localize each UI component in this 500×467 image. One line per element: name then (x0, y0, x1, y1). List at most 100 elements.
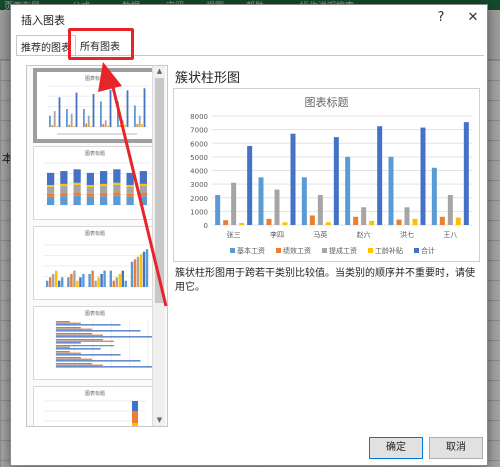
bar (215, 195, 221, 225)
chart-thumbnail-stacked-bar[interactable]: 图表标题 (33, 386, 157, 426)
thumb-bar (76, 280, 79, 287)
thumb-bar (109, 89, 112, 127)
thumb-bar (73, 182, 81, 185)
thumb-bar (124, 280, 127, 287)
thumb-bar (139, 185, 147, 194)
thumb-bar (113, 169, 121, 183)
chart-thumbnail-clustered-column[interactable]: 图表标题 (33, 68, 157, 143)
y-tick-label: 4000 (190, 168, 208, 176)
scroll-up-icon[interactable]: ▲ (153, 66, 166, 77)
scrollbar-thumb[interactable] (155, 78, 164, 303)
thumb-bar (86, 193, 94, 197)
bar (353, 216, 359, 225)
thumb-legend (57, 133, 137, 135)
bar (266, 218, 272, 225)
thumb-bar (103, 270, 106, 287)
thumb-bar (139, 193, 147, 197)
thumb-bar (143, 88, 146, 127)
thumb-bar (100, 185, 108, 194)
thumb-bar (47, 172, 55, 185)
thumb-bar (126, 186, 134, 194)
chart-preview: 图表标题 0 1000 2000 3000 4000 5000 6000 7000 8000 张三… (173, 88, 480, 262)
bar (396, 219, 402, 225)
thumb-bar (60, 183, 68, 186)
y-tick-label: 0 (204, 222, 208, 230)
thumb-bar (56, 357, 81, 359)
thumb-bar (56, 126, 58, 127)
thumbnail-chart-3 (44, 244, 150, 288)
thumb-bar (86, 172, 94, 185)
chart-thumbnail-clustered-bar[interactable]: 图表标题 (33, 306, 157, 380)
thumb-bar (115, 277, 118, 287)
x-tick-label: 张三 (227, 230, 241, 239)
ok-button[interactable]: 确定 (369, 437, 423, 459)
cancel-button[interactable]: 取消 (429, 437, 483, 459)
bar (412, 218, 418, 225)
thumb-bar (47, 184, 55, 187)
thumb-bar (56, 340, 114, 342)
legend-swatch (276, 248, 281, 253)
bar (447, 195, 453, 225)
tab-recommended-charts[interactable]: 推荐的图表 (16, 35, 76, 55)
thumb-bar (56, 324, 121, 326)
y-tick-label: 7000 (190, 127, 208, 135)
thumb-bar (92, 93, 95, 127)
thumb-bar (139, 183, 147, 186)
thumb-bar (126, 90, 129, 127)
thumb-bar (56, 330, 141, 332)
thumb-bar (46, 280, 49, 287)
thumb-bar (70, 273, 73, 287)
thumb-bar (73, 184, 81, 193)
chart-type-heading: 簇状柱形图 (175, 71, 241, 86)
legend-swatch (414, 248, 419, 253)
bar (345, 156, 351, 225)
thumb-bar (91, 270, 94, 287)
bar (377, 126, 383, 225)
thumb-bar (56, 358, 92, 360)
bar (463, 122, 469, 225)
thumb-bar (56, 339, 103, 341)
thumb-bar (47, 196, 55, 205)
y-tick-label: 3000 (190, 181, 208, 189)
thumb-bar (126, 193, 134, 197)
bar (325, 222, 331, 225)
thumbnail-scrollbar[interactable]: ▲ ▼ (152, 66, 165, 426)
chart-thumbnail-grouped-column[interactable]: 图表标题 (33, 226, 157, 300)
thumb-bar (121, 120, 124, 127)
bar (361, 207, 367, 225)
thumb-bar (56, 322, 81, 324)
thumb-bar (67, 277, 70, 287)
thumb-bar (132, 401, 138, 411)
thumb-bar (56, 360, 141, 362)
chart-thumbnail-stacked-column[interactable]: 图表标题 (33, 146, 157, 220)
scroll-down-icon[interactable]: ▼ (153, 415, 166, 426)
thumb-bar (70, 113, 73, 127)
thumb-bar (117, 101, 119, 127)
thumb-bar (94, 280, 97, 287)
thumb-bar (73, 169, 81, 183)
bar (420, 127, 426, 225)
thumb-bar (56, 328, 92, 330)
thumb-bar (53, 111, 56, 127)
x-tick-label: 洪七 (400, 230, 414, 239)
thumb-bar (126, 172, 134, 185)
close-button[interactable]: ✕ (463, 9, 483, 27)
legend-label: 基本工资 (237, 246, 265, 255)
thumb-bar (55, 270, 58, 287)
thumb-bar (113, 195, 121, 205)
thumb-bar (66, 109, 68, 127)
thumb-bar (134, 105, 136, 127)
thumb-bar (132, 423, 138, 426)
bar (247, 145, 253, 225)
legend-label: 合计 (421, 246, 435, 255)
thumb-bar (145, 249, 149, 287)
thumb-bar (142, 251, 146, 287)
thumbnail-chart-4 (55, 321, 156, 369)
thumb-bar (104, 120, 107, 127)
thumb-bar (56, 334, 103, 336)
thumb-bar (119, 124, 122, 127)
thumb-bar (102, 123, 105, 127)
bar (431, 167, 437, 225)
bar (274, 189, 280, 225)
help-button[interactable]: ? (431, 9, 451, 27)
